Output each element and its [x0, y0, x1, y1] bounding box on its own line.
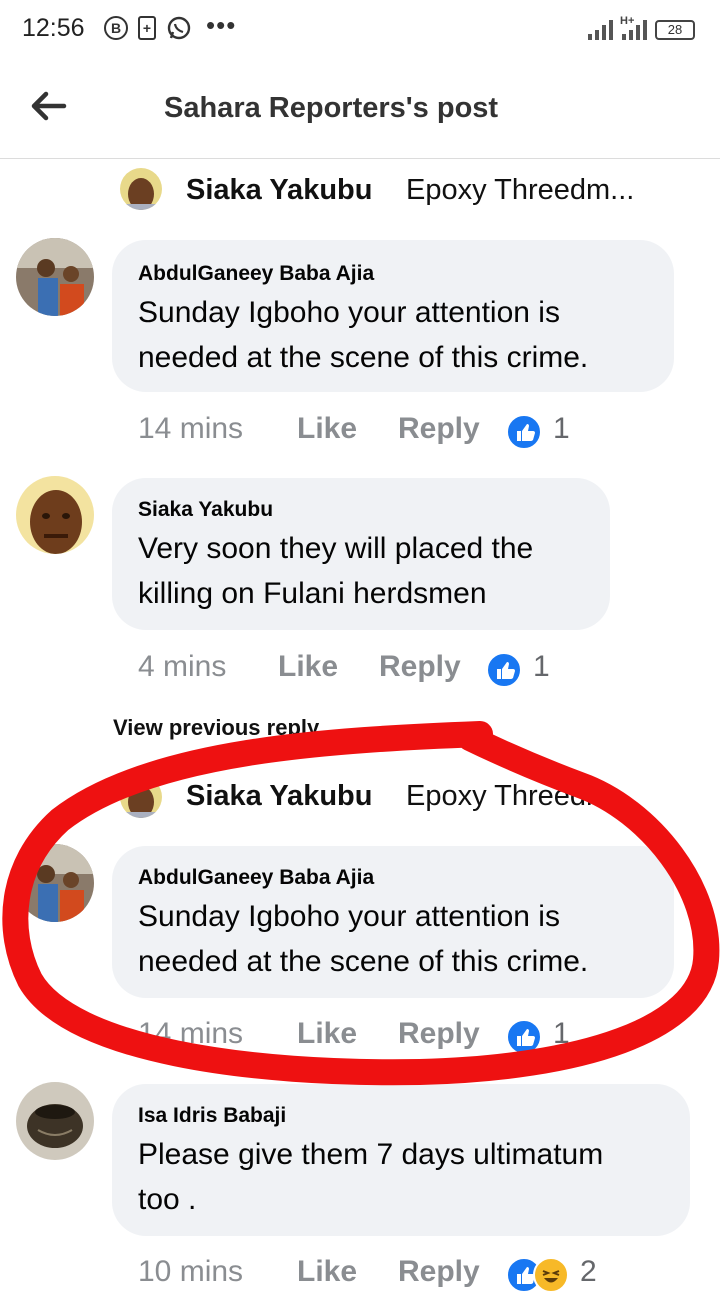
comment-time: 14 mins — [138, 412, 244, 445]
status-time: 12:56 — [22, 14, 85, 42]
reaction-count[interactable]: 2 — [580, 1255, 597, 1289]
battery-saver-icon: + — [138, 16, 156, 40]
reply-to-text[interactable]: Epoxy Threedm... — [406, 174, 634, 207]
reply-button[interactable]: Reply — [379, 650, 461, 684]
comment-time: 10 mins — [138, 1255, 244, 1288]
like-button[interactable]: Like — [297, 1255, 357, 1289]
comment-time: 4 mins — [138, 650, 227, 683]
reply-to-avatar[interactable] — [120, 168, 162, 210]
reaction-count[interactable]: 1 — [533, 650, 550, 684]
comment-text-line: needed at the scene of this crime. — [138, 341, 589, 374]
like-reaction-icon[interactable] — [506, 414, 542, 450]
red-annotation-circle — [2, 721, 720, 1086]
svg-text:H+: H+ — [620, 15, 634, 27]
header-divider — [0, 158, 720, 159]
like-button[interactable]: Like — [278, 650, 338, 684]
signal-icon — [588, 20, 613, 40]
b-app-icon: B — [104, 16, 128, 40]
battery-indicator: 28 — [655, 20, 695, 40]
comment-bubble[interactable]: Siaka Yakubu Very soon they will placed … — [112, 478, 610, 630]
reply-to-name[interactable]: Siaka Yakubu — [186, 174, 372, 207]
comment-text-line: Very soon they will placed the — [138, 532, 534, 565]
reply-button[interactable]: Reply — [398, 1255, 480, 1289]
back-arrow-icon[interactable] — [28, 88, 68, 124]
like-button[interactable]: Like — [297, 412, 357, 446]
reply-button[interactable]: Reply — [398, 412, 480, 446]
comment-text-line: Please give them 7 days ultimatum — [138, 1138, 604, 1171]
avatar[interactable] — [16, 476, 94, 554]
page-title: Sahara Reporters's post — [164, 92, 499, 124]
whatsapp-icon — [167, 16, 191, 40]
haha-reaction-icon[interactable] — [533, 1257, 569, 1293]
comment-text-line: killing on Fulani herdsmen — [138, 577, 487, 610]
comment-bubble[interactable]: AbdulGaneey Baba Ajia Sunday Igboho your… — [112, 240, 674, 392]
comment-text-line: Sunday Igboho your attention is — [138, 296, 560, 329]
like-reaction-icon[interactable] — [486, 652, 522, 688]
comment-author[interactable]: Isa Idris Babaji — [138, 1104, 286, 1128]
comment-author[interactable]: Siaka Yakubu — [138, 498, 273, 522]
comment-author[interactable]: AbdulGaneey Baba Ajia — [138, 262, 374, 286]
network-signal-icon: H+ — [620, 15, 647, 40]
comment-bubble[interactable]: Isa Idris Babaji Please give them 7 days… — [112, 1084, 690, 1236]
reaction-count[interactable]: 1 — [553, 412, 570, 446]
comment-text-line: too . — [138, 1183, 197, 1216]
avatar[interactable] — [16, 238, 94, 316]
more-dots-icon: ••• — [206, 10, 237, 40]
